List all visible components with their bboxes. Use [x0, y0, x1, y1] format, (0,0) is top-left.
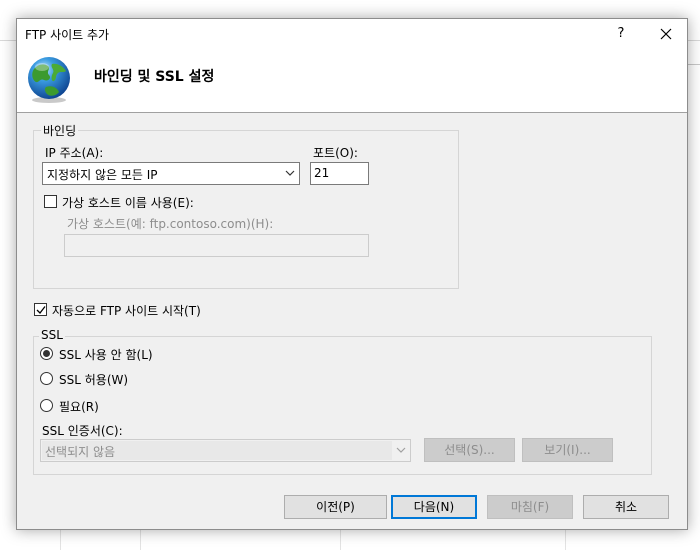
ssl-allow-label: SSL 허용(W) [59, 373, 129, 387]
page-title: 바인딩 및 SSL 설정 [94, 69, 215, 85]
background-column-divider [140, 530, 141, 550]
view-certificate-button[interactable]: 보기(I)... [522, 438, 613, 462]
virtual-host-checkbox-label: 가상 호스트 이름 사용(E): [62, 196, 194, 210]
chevron-down-icon [396, 447, 406, 453]
ssl-legend: SSL [39, 328, 65, 342]
ssl-require-label: 필요(R) [59, 400, 99, 414]
ssl-certificate-value: 선택되지 않음 [45, 445, 116, 459]
virtual-host-field-label: 가상 호스트(예: ftp.contoso.com)(H): [67, 217, 274, 231]
virtual-host-input[interactable] [64, 234, 369, 257]
wizard-header: 바인딩 및 SSL 설정 [17, 49, 687, 113]
help-button[interactable]: ? [607, 19, 635, 49]
globe-icon [28, 57, 70, 103]
ssl-certificate-label: SSL 인증서(C): [42, 424, 123, 438]
next-button[interactable]: 다음(N) [391, 495, 477, 519]
chevron-down-icon [285, 170, 295, 176]
background-column-divider [565, 530, 566, 550]
port-input[interactable]: 21 [310, 162, 369, 185]
port-label: 포트(O): [313, 146, 358, 160]
auto-start-checkbox[interactable] [34, 303, 47, 316]
ssl-allow-radio[interactable] [40, 372, 53, 385]
ssl-disabled-label: SSL 사용 안 함(L) [59, 348, 153, 362]
background-column-divider [60, 530, 61, 550]
ip-address-value: 지정하지 않은 모든 IP [47, 168, 158, 182]
cancel-button[interactable]: 취소 [583, 495, 669, 519]
finish-button[interactable]: 마침(F) [487, 495, 573, 519]
select-certificate-button[interactable]: 선택(S)... [424, 438, 515, 462]
radio-selected-dot [43, 350, 50, 357]
binding-legend: 바인딩 [41, 122, 79, 139]
virtual-host-checkbox[interactable] [44, 195, 57, 208]
port-value: 21 [314, 166, 330, 180]
ip-address-label: IP 주소(A): [45, 146, 104, 160]
auto-start-label: 자동으로 FTP 사이트 시작(T) [52, 304, 201, 318]
background-column-divider [340, 530, 341, 550]
close-icon [660, 28, 672, 40]
window-title: FTP 사이트 추가 [25, 28, 110, 42]
ssl-disabled-radio[interactable] [40, 347, 53, 360]
ssl-require-radio[interactable] [40, 399, 53, 412]
ssl-certificate-select[interactable]: 선택되지 않음 [40, 439, 411, 462]
previous-button[interactable]: 이전(P) [284, 495, 387, 519]
ip-address-select[interactable]: 지정하지 않은 모든 IP [42, 162, 300, 185]
checkmark-icon [36, 306, 46, 314]
ftp-site-dialog: FTP 사이트 추가 ? 바인딩 및 SSL 설정 바인딩 IP 주소(A): … [16, 18, 688, 530]
close-button[interactable] [649, 19, 683, 49]
title-bar: FTP 사이트 추가 ? [17, 19, 687, 49]
background-divider [688, 64, 700, 65]
